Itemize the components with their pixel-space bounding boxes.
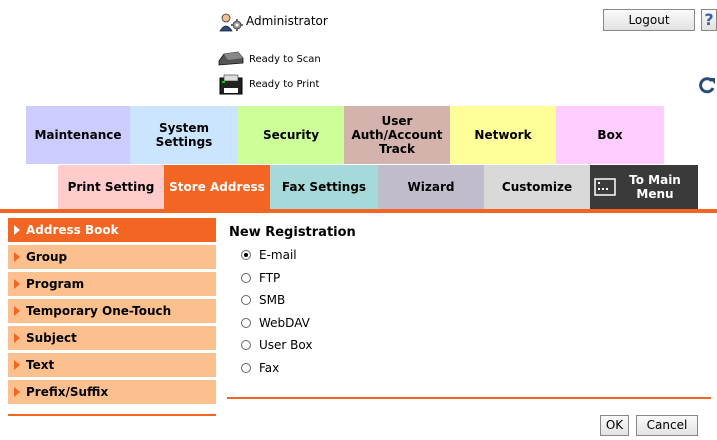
radio-button[interactable]: [241, 363, 251, 373]
help-icon[interactable]: ?: [701, 9, 717, 31]
sidebar-item-label: Prefix/Suffix: [26, 385, 109, 399]
tab-to-main-menu[interactable]: To Main Menu: [590, 165, 698, 209]
tab-system-settings[interactable]: System Settings: [130, 106, 238, 164]
radio-label: E-mail: [259, 248, 297, 262]
radio-fax[interactable]: Fax: [241, 360, 279, 376]
sidebar-item-address-book[interactable]: Address Book: [8, 218, 216, 242]
tab-customize[interactable]: Customize: [484, 165, 590, 209]
radio-webdav[interactable]: WebDAV: [241, 315, 310, 331]
ok-button[interactable]: OK: [600, 415, 629, 436]
sidebar-item-label: Address Book: [26, 223, 119, 237]
tab-box[interactable]: Box: [556, 106, 664, 164]
radio-label: Fax: [259, 361, 280, 375]
tab-user-auth-account-track-label: User Auth/Account Track: [351, 114, 443, 156]
radio-smb[interactable]: SMB: [241, 292, 285, 308]
sidebar-item-label: Text: [26, 358, 55, 372]
sidebar-item-text[interactable]: Text: [8, 353, 216, 377]
scanner-icon: [218, 51, 244, 66]
tab-print-setting[interactable]: Print Setting: [58, 165, 164, 209]
radio-label: User Box: [259, 338, 313, 352]
arrow-right-icon: [14, 225, 20, 235]
tab-customize-label: Customize: [501, 180, 573, 194]
tab-store-address-label: Store Address: [169, 180, 265, 194]
printer-icon: [219, 74, 243, 95]
sidebar-item-label: Group: [26, 250, 68, 264]
tab-store-address[interactable]: Store Address: [164, 165, 270, 209]
tab-wizard-label: Wizard: [407, 180, 455, 194]
sidebar-item-subject[interactable]: Subject: [8, 326, 216, 350]
sidebar-divider: [8, 414, 216, 416]
tab-security-label: Security: [262, 128, 320, 142]
sidebar-item-program[interactable]: Program: [8, 272, 216, 296]
arrow-right-icon: [14, 387, 20, 397]
print-status-text: Ready to Print: [249, 79, 320, 90]
sidebar-item-label: Program: [26, 277, 85, 291]
tab-fax-settings-label: Fax Settings: [281, 180, 367, 194]
tab-security[interactable]: Security: [238, 106, 344, 164]
sidebar-item-prefix-suffix[interactable]: Prefix/Suffix: [8, 380, 216, 404]
main-menu-icon: [594, 178, 616, 196]
sidebar-item-label: Temporary One-Touch: [26, 304, 172, 318]
radio-label: SMB: [259, 293, 286, 307]
tab-maintenance[interactable]: Maintenance: [26, 106, 130, 164]
radio-ftp[interactable]: FTP: [241, 270, 280, 286]
page-title: New Registration: [229, 225, 356, 240]
sidebar-item-group[interactable]: Group: [8, 245, 216, 269]
tab-system-settings-label: System Settings: [155, 121, 213, 149]
sidebar-item-temporary-one-touch[interactable]: Temporary One-Touch: [8, 299, 216, 323]
tab-box-label: Box: [597, 128, 623, 142]
sidebar-item-label: Subject: [26, 331, 77, 345]
tab-user-auth-account-track[interactable]: User Auth/Account Track: [344, 106, 450, 164]
content-divider: [227, 397, 711, 399]
radio-button[interactable]: [241, 273, 251, 283]
arrow-right-icon: [14, 306, 20, 316]
radio-button[interactable]: [241, 295, 251, 305]
tab-divider: [0, 209, 717, 213]
tab-network-label: Network: [474, 128, 532, 142]
cancel-button[interactable]: Cancel: [636, 415, 698, 436]
tab-wizard[interactable]: Wizard: [378, 165, 484, 209]
tab-to-main-menu-label: To Main Menu: [629, 173, 681, 201]
tab-fax-settings[interactable]: Fax Settings: [270, 165, 378, 209]
arrow-right-icon: [14, 333, 20, 343]
administrator-icon: [219, 13, 243, 32]
tab-print-setting-label: Print Setting: [67, 180, 155, 194]
tab-maintenance-label: Maintenance: [34, 128, 122, 142]
radio-button[interactable]: [241, 318, 251, 328]
radio-label: WebDAV: [259, 316, 310, 330]
radio-button[interactable]: [241, 250, 251, 260]
radio-label: FTP: [259, 271, 281, 285]
user-name-label: Administrator: [246, 14, 328, 28]
tab-network[interactable]: Network: [450, 106, 556, 164]
scan-status-text: Ready to Scan: [249, 54, 321, 65]
arrow-right-icon: [14, 252, 20, 262]
radio-email[interactable]: E-mail: [241, 247, 297, 263]
logout-button[interactable]: Logout: [603, 9, 695, 31]
radio-user-box[interactable]: User Box: [241, 337, 312, 353]
radio-button[interactable]: [241, 340, 251, 350]
arrow-right-icon: [14, 279, 20, 289]
refresh-icon[interactable]: [697, 75, 717, 95]
arrow-right-icon: [14, 360, 20, 370]
